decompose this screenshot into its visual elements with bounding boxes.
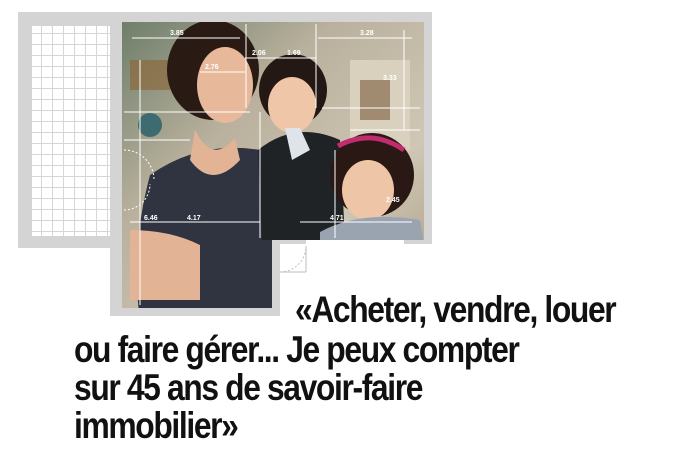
quote-line-2: ou faire gérer... Je peux compter [74,329,520,370]
dimension-label: 4.17 [187,215,201,222]
dimension-label: 1.69 [287,50,301,57]
dimension-label: 3.85 [170,30,184,37]
dimension-label: 3.28 [360,30,374,37]
quote-line-1: «Acheter, vendre, louer [295,289,617,330]
dimension-label: 4.71 [330,215,344,222]
dimension-label: 3.33 [383,75,397,82]
dimension-label: 2.76 [205,64,219,71]
dimension-label: 2.45 [386,197,400,204]
dimension-label: 2.06 [252,50,266,57]
ad-visual: 3.85 2.06 1.69 3.28 2.76 3.33 6.46 4.17 … [0,0,700,470]
quote-line-3: sur 45 ans de savoir-faire [74,367,423,408]
dimension-label: 6.46 [144,215,158,222]
quote-line-4: immobilier» [74,405,239,446]
